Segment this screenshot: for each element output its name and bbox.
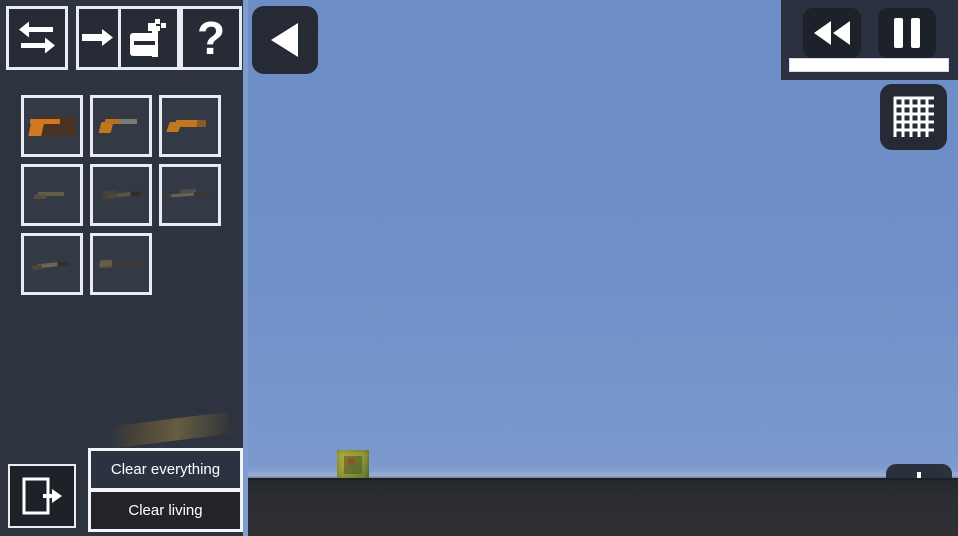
grid-icon [893,96,934,137]
weapon-icon-assault-rifle [97,185,145,205]
sidebar-edge-highlight [243,0,248,536]
inventory-slot-4[interactable] [90,164,152,226]
weapon-icon-musket [97,254,145,274]
weapon-icon-carbine [28,254,76,274]
arrow-right-icon [82,29,113,46]
question-mark-icon: ? [196,12,226,64]
pause-button[interactable] [878,8,936,58]
inventory-slot-5[interactable] [159,164,221,226]
weapon-icon-pistol [28,116,76,136]
rewind-icon [814,21,850,45]
rewind-button[interactable] [803,8,861,58]
inventory-slot-3[interactable] [21,164,83,226]
pause-icon [890,18,924,48]
clear-button-group: Clear everything Clear living [88,448,243,532]
exit-door-icon [22,477,62,515]
help-tool-button[interactable]: ? [180,6,242,70]
exit-button[interactable] [8,464,76,528]
weapon-icon-sniper-rifle [166,185,214,205]
inventory-slot-6[interactable] [21,233,83,295]
clear-everything-button[interactable]: Clear everything [91,451,240,488]
download-button[interactable] [886,464,952,512]
swap-tool-button[interactable] [6,6,68,70]
spray-can-icon [130,19,166,57]
download-icon [914,472,924,485]
weapon-icon-submachine-gun [97,116,145,136]
clear-living-button[interactable]: Clear living [91,492,240,529]
grid-toggle-button[interactable] [880,84,947,150]
timeline-slider[interactable] [789,58,949,72]
game-screen: ? Clear everything Clear living [0,0,958,536]
back-button[interactable] [252,6,318,74]
weapon-icon-sawed-off-shotgun [166,116,214,136]
inventory-slot-2[interactable] [159,95,221,157]
world-object-yellow-cube[interactable] [337,450,369,480]
back-triangle-icon [271,23,298,57]
move-tool-button[interactable] [76,6,120,70]
swap-arrows-icon [19,21,55,54]
inventory-slot-1[interactable] [90,95,152,157]
inventory-slot-7[interactable] [90,233,152,295]
inventory-slot-0[interactable] [21,95,83,157]
spray-tool-button[interactable] [118,6,180,70]
sidebar-toolbar: ? [0,0,243,76]
weapon-icon-rifle [28,185,76,205]
